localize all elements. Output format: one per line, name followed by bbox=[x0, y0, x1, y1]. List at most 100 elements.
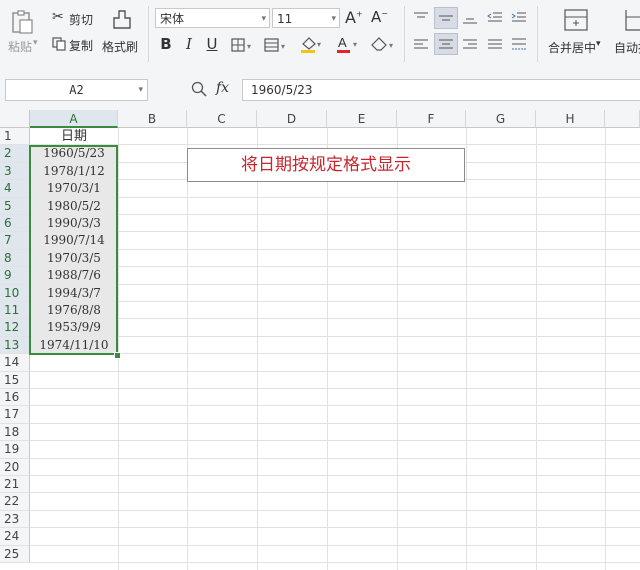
paste-button[interactable]: 粘贴 bbox=[8, 38, 32, 55]
row-header-14[interactable]: 14 bbox=[0, 354, 30, 372]
column-header-h[interactable]: H bbox=[536, 110, 605, 128]
grid-row-line bbox=[30, 318, 640, 320]
grid-column-line bbox=[327, 128, 328, 570]
row-header-2[interactable]: 2 bbox=[0, 145, 30, 163]
grid-row-line bbox=[30, 248, 640, 250]
bold-button[interactable]: B bbox=[158, 34, 174, 54]
copy-button[interactable]: 复制 bbox=[69, 37, 93, 54]
grid-row-line bbox=[30, 214, 640, 215]
grid-row-line bbox=[30, 544, 640, 546]
format-painter-button[interactable]: 格式刷 bbox=[102, 38, 138, 55]
border-icon[interactable]: ▾ bbox=[231, 37, 255, 56]
align-top-icon[interactable] bbox=[413, 10, 429, 29]
align-right-icon[interactable] bbox=[462, 37, 478, 56]
grid-row-line bbox=[30, 527, 640, 529]
align-left-icon[interactable] bbox=[413, 37, 429, 56]
justify-icon[interactable] bbox=[487, 37, 503, 56]
row-header-20[interactable]: 20 bbox=[0, 458, 30, 476]
text-box[interactable]: 将日期按规定格式显示 bbox=[187, 148, 465, 182]
row-header-10[interactable]: 10 bbox=[0, 284, 30, 302]
paste-dropdown-icon[interactable]: ▾ bbox=[33, 38, 38, 48]
distributed-icon[interactable] bbox=[511, 36, 527, 55]
name-box-value: A2 bbox=[69, 83, 84, 97]
row-header-7[interactable]: 7 bbox=[0, 232, 30, 250]
zoom-search-icon[interactable] bbox=[191, 81, 207, 101]
fx-button[interactable]: fx bbox=[216, 80, 229, 96]
select-all-corner[interactable] bbox=[0, 110, 30, 128]
merge-center-button[interactable]: 合并居中 bbox=[548, 39, 596, 56]
svg-text:▾: ▾ bbox=[353, 40, 357, 49]
wrap-text-button[interactable]: 自动换 bbox=[614, 39, 640, 56]
increase-indent-icon[interactable] bbox=[511, 10, 527, 29]
italic-button[interactable]: I bbox=[182, 34, 196, 54]
row-header-21[interactable]: 21 bbox=[0, 476, 30, 494]
align-middle-icon[interactable] bbox=[434, 7, 458, 29]
fill-color-icon[interactable]: ▾ bbox=[300, 35, 324, 57]
decrease-font-button[interactable]: A− bbox=[371, 8, 388, 26]
grid-column-line bbox=[118, 128, 119, 570]
grid-row-line bbox=[30, 283, 640, 285]
column-header-g[interactable]: G bbox=[466, 110, 536, 128]
copy-icon[interactable] bbox=[52, 36, 66, 55]
row-header-24[interactable]: 24 bbox=[0, 528, 30, 546]
grid-row-line bbox=[30, 301, 640, 302]
cell-A1[interactable]: 日期 bbox=[30, 128, 118, 145]
row-header-12[interactable]: 12 bbox=[0, 319, 30, 337]
row-header-23[interactable]: 23 bbox=[0, 510, 30, 529]
row-header-16[interactable]: 16 bbox=[0, 389, 30, 407]
row-header-22[interactable]: 22 bbox=[0, 493, 30, 511]
column-header-a[interactable]: A bbox=[30, 110, 118, 128]
eraser-icon[interactable]: ▾ bbox=[370, 36, 398, 56]
row-header-8[interactable]: 8 bbox=[0, 249, 30, 268]
fill-pattern-icon[interactable]: ▾ bbox=[264, 37, 290, 56]
column-header-b[interactable]: B bbox=[118, 110, 187, 128]
grid-row-line bbox=[30, 405, 640, 407]
underline-button[interactable]: U bbox=[205, 34, 219, 54]
grid-row-line bbox=[30, 388, 640, 389]
row-header-3[interactable]: 3 bbox=[0, 162, 30, 181]
name-box[interactable]: A2 ▾ bbox=[5, 79, 148, 101]
fill-handle[interactable] bbox=[114, 352, 121, 359]
grid-row-line bbox=[30, 335, 640, 337]
scissors-icon[interactable]: ✂ bbox=[52, 9, 64, 25]
row-header-5[interactable]: 5 bbox=[0, 197, 30, 215]
align-bottom-icon[interactable] bbox=[462, 10, 478, 29]
row-header-18[interactable]: 18 bbox=[0, 423, 30, 442]
row-header-25[interactable]: 25 bbox=[0, 545, 30, 563]
column-header-f[interactable]: F bbox=[397, 110, 466, 128]
cut-button[interactable]: 剪切 bbox=[69, 11, 93, 28]
row-header-11[interactable]: 11 bbox=[0, 302, 30, 320]
row-header-6[interactable]: 6 bbox=[0, 215, 30, 233]
wrap-text-icon[interactable] bbox=[624, 9, 640, 35]
formula-input[interactable]: 1960/5/23 bbox=[242, 79, 640, 101]
column-header-i[interactable] bbox=[605, 110, 640, 128]
paste-icon[interactable] bbox=[9, 9, 35, 39]
grid-row-line bbox=[30, 266, 640, 268]
row-header-17[interactable]: 17 bbox=[0, 406, 30, 424]
svg-text:▾: ▾ bbox=[247, 42, 251, 51]
row-header-19[interactable]: 19 bbox=[0, 441, 30, 459]
row-header-4[interactable]: 4 bbox=[0, 180, 30, 198]
font-size-select[interactable]: 11 ▾ bbox=[272, 8, 340, 28]
decrease-indent-icon[interactable] bbox=[487, 10, 503, 29]
column-header-e[interactable]: E bbox=[327, 110, 397, 128]
row-header-13[interactable]: 13 bbox=[0, 336, 30, 355]
chevron-down-icon: ▾ bbox=[331, 14, 336, 24]
font-color-icon[interactable]: A ▾ bbox=[336, 35, 360, 57]
selection-border bbox=[29, 145, 118, 355]
grid-row-line bbox=[30, 457, 640, 459]
merge-dropdown-icon[interactable]: ▾ bbox=[596, 39, 601, 49]
row-header-15[interactable]: 15 bbox=[0, 371, 30, 389]
align-center-icon[interactable] bbox=[434, 33, 458, 55]
row-header-1[interactable]: 1 bbox=[0, 128, 30, 146]
column-header-c[interactable]: C bbox=[187, 110, 257, 128]
merge-center-icon[interactable] bbox=[564, 9, 588, 35]
grid-row-line bbox=[30, 562, 640, 563]
column-header-d[interactable]: D bbox=[257, 110, 327, 128]
grid-row-line bbox=[30, 492, 640, 494]
font-family-select[interactable]: 宋体 ▾ bbox=[155, 8, 270, 28]
increase-font-button[interactable]: A+ bbox=[345, 8, 363, 27]
format-painter-icon[interactable] bbox=[111, 9, 133, 37]
row-header-9[interactable]: 9 bbox=[0, 267, 30, 285]
grid-row-line bbox=[30, 370, 640, 372]
